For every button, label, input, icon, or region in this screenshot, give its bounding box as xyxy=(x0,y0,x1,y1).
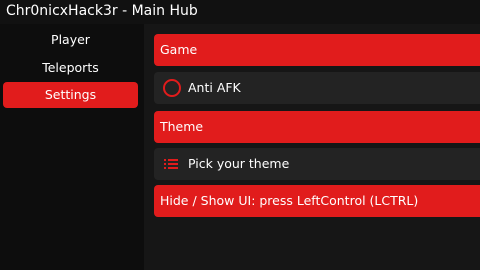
settings-panel: Game Anti AFK Theme Pick your theme Hide… xyxy=(144,24,480,270)
toggle-circle-icon[interactable] xyxy=(163,79,181,97)
section-header-game: Game xyxy=(154,34,480,66)
window-title: Chr0nicxHack3r - Main Hub xyxy=(6,3,198,19)
anti-afk-toggle[interactable]: Anti AFK xyxy=(154,72,480,104)
sidebar-item-teleports[interactable]: Teleports xyxy=(3,55,138,81)
sidebar-item-label: Settings xyxy=(44,87,97,102)
sidebar-item-label: Player xyxy=(51,32,90,47)
keybind-label: Hide / Show UI: press LeftControl (LCTRL… xyxy=(160,193,419,208)
sidebar-item-settings[interactable]: Settings xyxy=(3,82,138,108)
sidebar: Player Teleports Settings xyxy=(0,24,144,270)
hide-show-ui-keybind[interactable]: Hide / Show UI: press LeftControl (LCTRL… xyxy=(154,185,480,217)
toggle-label: Anti AFK xyxy=(188,80,241,95)
title-bar[interactable]: Chr0nicxHack3r - Main Hub xyxy=(0,0,480,24)
sidebar-item-label: Teleports xyxy=(42,60,99,75)
theme-dropdown[interactable]: Pick your theme xyxy=(154,148,480,180)
dropdown-label: Pick your theme xyxy=(188,156,290,171)
section-label: Game xyxy=(160,42,198,57)
section-header-theme: Theme xyxy=(154,111,480,143)
sidebar-item-player[interactable]: Player xyxy=(3,27,138,53)
list-icon xyxy=(164,159,178,169)
section-label: Theme xyxy=(160,119,204,134)
